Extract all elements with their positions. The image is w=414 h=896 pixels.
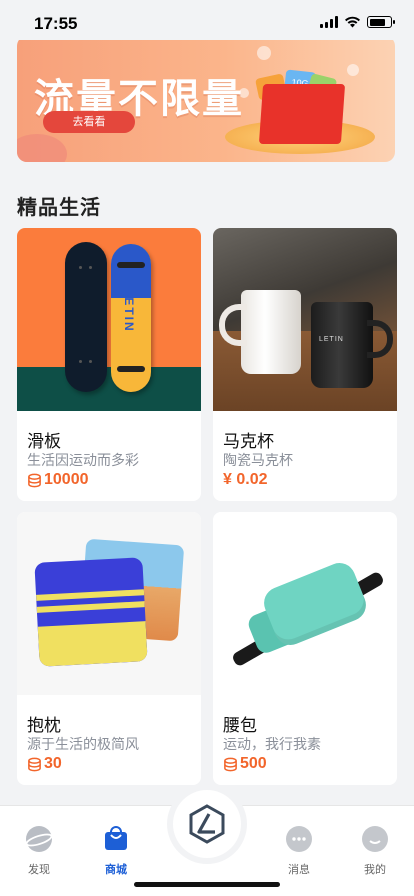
coin-icon	[224, 757, 237, 771]
product-price: 10000	[27, 471, 89, 489]
product-image-mug: LETIN	[213, 228, 397, 411]
tab-label: 我的	[364, 864, 386, 876]
shopping-bag-icon	[103, 826, 129, 852]
product-brand-text: LETIN	[319, 336, 344, 343]
tab-label: 消息	[288, 864, 310, 876]
promo-banner[interactable]: 10G 流量不限量 去看看	[17, 36, 395, 162]
planet-icon	[25, 826, 53, 852]
price-value: ¥ 0.02	[223, 471, 268, 488]
coin-icon	[28, 757, 41, 771]
tab-discover[interactable]: 发现	[9, 826, 69, 877]
bubble-decoration	[257, 46, 271, 60]
product-desc: 陶瓷马克杯	[223, 452, 293, 468]
product-desc: 源于生活的极简风	[27, 736, 139, 752]
tab-mall[interactable]: 商城	[86, 826, 146, 877]
product-name: 滑板	[27, 432, 61, 451]
product-image-skateboard: LETIN	[17, 228, 201, 411]
tab-label: 商城	[105, 864, 127, 876]
product-brand-text: LETIN	[122, 288, 136, 333]
wifi-icon	[345, 16, 360, 28]
profile-icon	[362, 826, 388, 852]
cellular-signal-icon	[320, 16, 338, 28]
product-image-pillow	[17, 512, 201, 695]
coin-icon	[28, 473, 41, 487]
bubble-decoration	[347, 64, 359, 76]
price-value: 30	[44, 755, 62, 772]
product-desc: 生活因运动而多彩	[27, 452, 139, 468]
banner-go-button[interactable]: 去看看	[43, 111, 135, 133]
product-desc: 运动，我行我素	[223, 736, 321, 752]
battery-icon	[367, 16, 395, 28]
gift-box-graphic	[258, 84, 346, 144]
status-icons	[320, 16, 395, 28]
price-value: 10000	[44, 471, 89, 488]
tab-profile[interactable]: 我的	[345, 826, 405, 877]
tab-label: 发现	[28, 864, 50, 876]
product-card-waist-bag[interactable]: 腰包 运动，我行我素 500	[213, 512, 397, 785]
leaf-decoration	[17, 134, 67, 162]
letin-logo-icon	[189, 804, 225, 844]
product-name: 抱枕	[27, 716, 61, 735]
product-card-mug[interactable]: LETIN 马克杯 陶瓷马克杯 ¥ 0.02	[213, 228, 397, 501]
product-name: 腰包	[223, 716, 257, 735]
product-name: 马克杯	[223, 432, 274, 451]
home-indicator	[134, 882, 280, 887]
status-bar: 17:55	[0, 0, 414, 40]
product-image-waist-bag	[213, 512, 397, 695]
chat-icon	[286, 826, 312, 852]
status-time: 17:55	[34, 14, 78, 33]
tab-messages[interactable]: 消息	[269, 826, 329, 877]
product-card-skateboard[interactable]: LETIN 滑板 生活因运动而多彩 10000	[17, 228, 201, 501]
price-value: 500	[240, 755, 267, 772]
section-title: 精品生活	[17, 197, 101, 219]
product-price: ¥ 0.02	[223, 471, 267, 489]
product-card-pillow[interactable]: 抱枕 源于生活的极简风 30	[17, 512, 201, 785]
center-home-button[interactable]	[173, 790, 241, 858]
product-price: 500	[223, 755, 267, 773]
product-price: 30	[27, 755, 62, 773]
